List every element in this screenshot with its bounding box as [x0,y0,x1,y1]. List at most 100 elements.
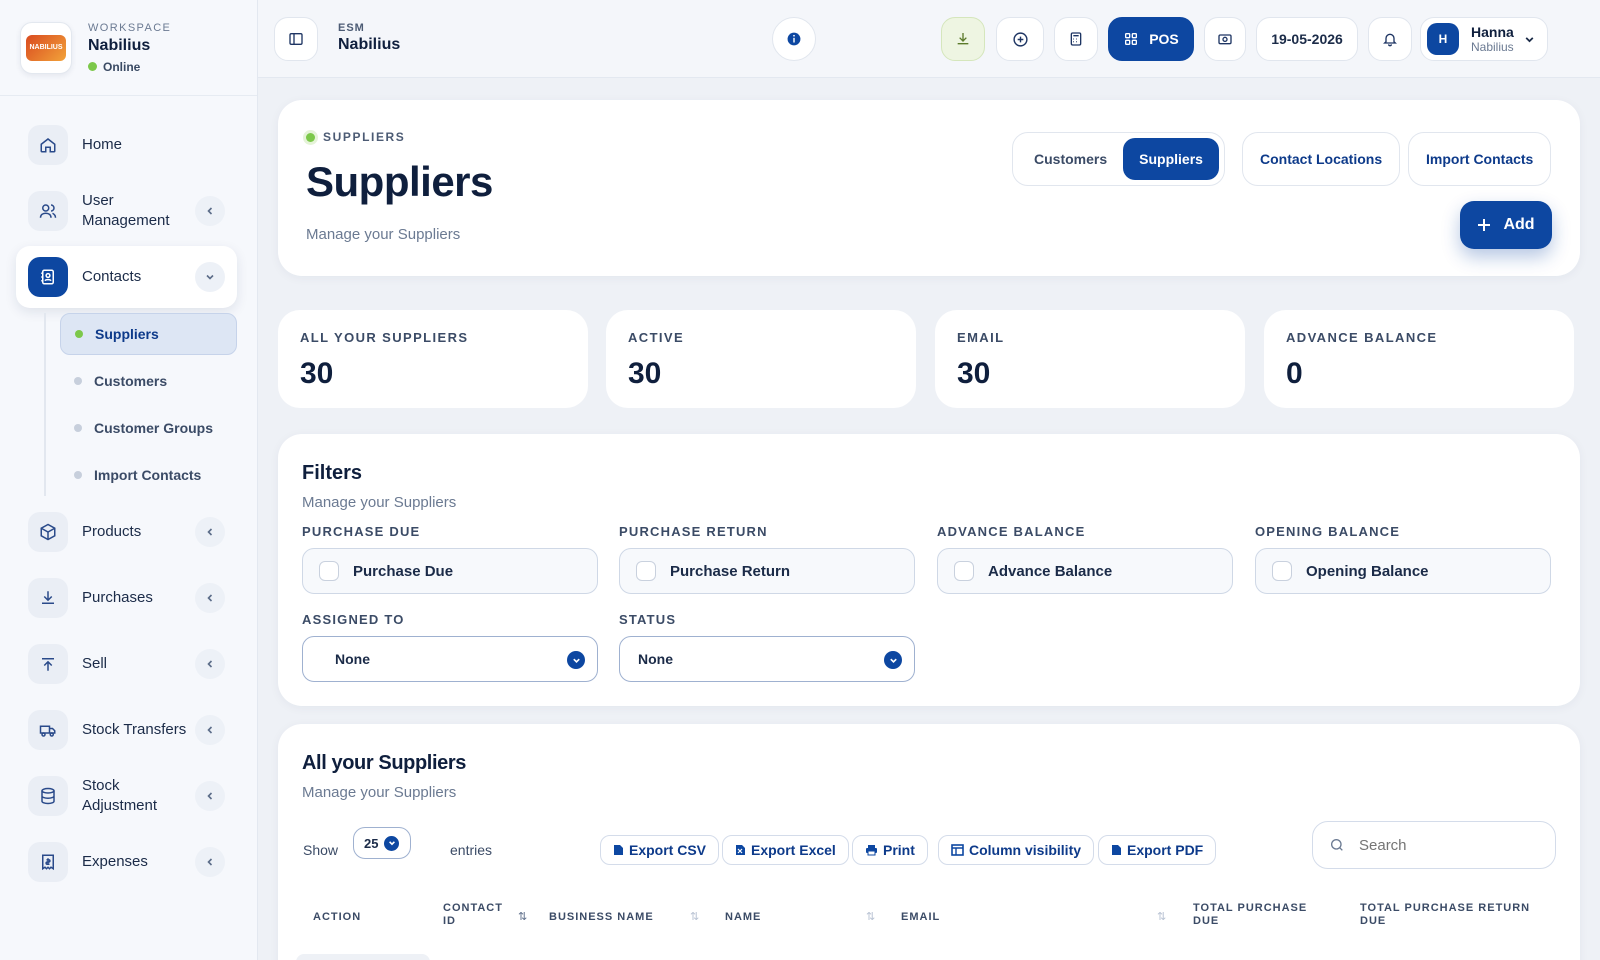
export-csv-button[interactable]: Export CSV [600,835,720,865]
sidebar-item-expenses[interactable]: Expenses [16,831,237,893]
export-pdf-button[interactable]: Export PDF [1098,835,1217,865]
sidebar-subitem-suppliers[interactable]: Suppliers [60,313,237,355]
entries-label: entries [450,842,493,858]
box-icon [28,512,68,552]
purchase-due-checkbox[interactable]: Purchase Due [302,548,598,594]
sidebar-item-stock-transfers[interactable]: Stock Transfers [16,699,237,761]
sidebar-subitem-customer-groups[interactable]: Customer Groups [60,407,237,449]
advance-balance-checkbox[interactable]: Advance Balance [937,548,1233,594]
opening-balance-checkbox[interactable]: Opening Balance [1255,548,1551,594]
sidebar-item-contacts[interactable]: Contacts [16,246,237,308]
truck-icon [28,710,68,750]
column-header-email[interactable]: EMAIL [901,911,940,924]
search-box[interactable] [1312,821,1556,869]
tab-customers[interactable]: Customers [1018,138,1123,180]
home-icon [28,125,68,165]
sidebar-subitem-customers[interactable]: Customers [60,360,237,402]
chevron-left-icon[interactable] [195,649,225,679]
search-icon [1331,839,1343,851]
upload-icon [28,644,68,684]
sidebar-item-sell[interactable]: Sell [16,633,237,695]
topbar: ESM Nabilius POS 19-05-2026 H Hanna Nabi… [258,0,1600,78]
workspace-status: Online [88,60,171,74]
column-header-contact-id[interactable]: CONTACT ID [443,902,513,928]
receipt-icon [28,842,68,882]
contact-locations-button[interactable]: Contact Locations [1242,132,1401,186]
sidebar-toggle-icon [289,33,303,45]
search-input[interactable] [1359,836,1539,854]
chevron-left-icon[interactable] [195,196,225,226]
info-button[interactable] [772,17,816,61]
toggle-sidebar-button[interactable] [274,17,318,61]
sidebar-nav: Home User Management Contacts Suppliers … [0,96,257,893]
excel-file-icon [736,845,745,855]
purchase-return-checkbox[interactable]: Purchase Return [619,548,915,594]
checkbox-icon [319,561,339,581]
stat-label: ADVANCE BALANCE [1286,330,1438,345]
status-select[interactable]: None [619,636,915,682]
sidebar-item-label: User Management [82,192,170,229]
printer-icon [866,845,877,856]
online-dot [88,62,97,71]
column-header-total-purchase-return-due[interactable]: TOTAL PURCHASE RETURN DUE [1360,902,1550,928]
user-org: Nabilius [1471,40,1514,54]
export-excel-button[interactable]: Export Excel [722,835,849,865]
table-title: All your Suppliers [302,752,466,774]
workspace-logo-mark: NABILIUS [26,34,66,61]
print-button[interactable]: Print [852,835,928,865]
database-icon [28,776,68,816]
chevron-left-icon[interactable] [195,781,225,811]
add-circle-button[interactable] [996,17,1044,61]
date-display[interactable]: 19-05-2026 [1256,17,1358,61]
sidebar-subitem-import-contacts[interactable]: Import Contacts [60,454,237,496]
pos-button[interactable]: POS [1108,17,1194,61]
sort-icon[interactable]: ⇅ [518,910,527,923]
column-header-total-purchase-due[interactable]: TOTAL PURCHASE DUE [1193,902,1323,928]
notifications-button[interactable] [1368,17,1412,61]
chevron-down-icon[interactable] [195,262,225,292]
assigned-to-select[interactable]: None [302,636,598,682]
entries-select[interactable]: 25 [353,827,411,859]
stat-label: EMAIL [957,330,1005,345]
contact-type-tabs: Customers Suppliers [1012,132,1225,186]
download-button[interactable] [941,17,985,61]
chevron-left-icon[interactable] [195,715,225,745]
chevron-left-icon[interactable] [195,847,225,877]
sidebar-item-label: Purchases [82,589,153,606]
sidebar-item-products[interactable]: Products [16,501,237,563]
sort-icon[interactable]: ⇅ [690,910,699,923]
sidebar-item-home[interactable]: Home [16,114,237,176]
stat-label: ALL YOUR SUPPLIERS [300,330,469,345]
user-menu[interactable]: H Hanna Nabilius [1420,17,1548,61]
workspace-header[interactable]: NABILIUS WORKSPACE Nabilius Online [0,0,257,96]
stat-active: ACTIVE 30 [606,310,916,408]
calculator-button[interactable] [1054,17,1098,61]
column-header-business-name[interactable]: BUSINESS NAME [549,911,654,924]
sort-icon[interactable]: ⇅ [1157,910,1166,923]
camera-button[interactable] [1204,17,1246,61]
page-subtitle: Manage your Suppliers [306,226,461,243]
sidebar-item-purchases[interactable]: Purchases [16,567,237,629]
stat-advance-balance: ADVANCE BALANCE 0 [1264,310,1574,408]
tab-suppliers[interactable]: Suppliers [1123,138,1219,180]
sidebar-item-stock-adjustment[interactable]: Stock Adjustment [16,765,237,827]
avatar: H [1427,23,1459,55]
sort-icon[interactable]: ⇅ [866,910,875,923]
column-header-action[interactable]: ACTION [313,911,361,924]
column-visibility-button[interactable]: Column visibility [938,835,1095,865]
sidebar-item-label: Expenses [82,853,148,870]
chevron-left-icon[interactable] [195,517,225,547]
column-header-name[interactable]: NAME [725,911,761,924]
import-contacts-button[interactable]: Import Contacts [1408,132,1552,186]
stat-value: 30 [300,357,334,390]
table-row [296,954,430,960]
add-button[interactable]: Add [1460,201,1552,249]
chevron-down-icon [567,651,585,669]
bell-icon [1383,33,1397,47]
chevron-left-icon[interactable] [195,583,225,613]
user-name: Hanna [1471,24,1514,40]
bullet-icon [75,330,83,338]
camera-icon [1218,34,1232,45]
sidebar-item-user-management[interactable]: User Management [16,180,237,242]
sidebar-item-label: Sell [82,655,108,672]
